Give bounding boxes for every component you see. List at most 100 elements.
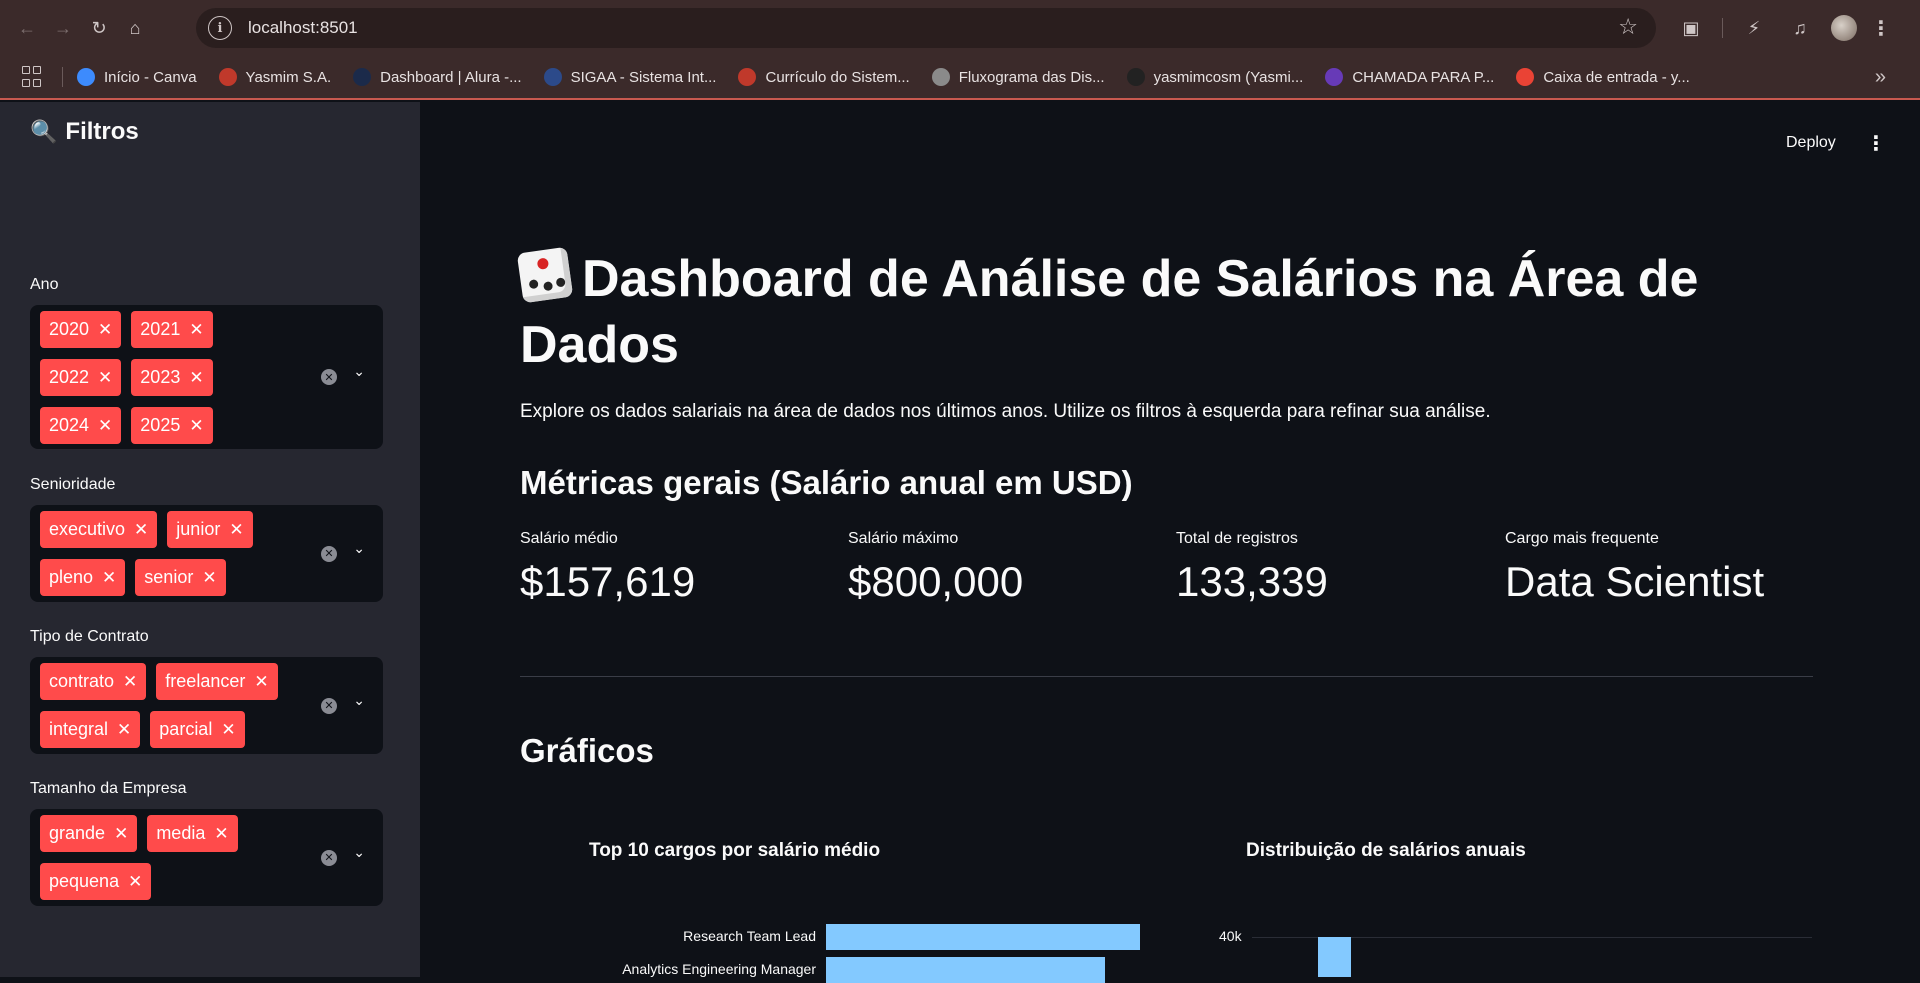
filter-chip[interactable]: grande ✕ [40,815,138,852]
bookmark-star-icon[interactable]: ☆ [1618,14,1638,40]
chip-list: contrato ✕ freelancer ✕ integral ✕ parcial ✕ [40,663,290,748]
apps-grid-icon[interactable] [22,66,44,88]
url-text[interactable]: localhost:8501 [248,18,358,38]
sigaa-icon [543,68,562,86]
chevron-down-icon[interactable]: ⌄ [353,844,365,861]
address-bar[interactable]: i localhost:8501 ☆ [196,8,1656,48]
multiselect-senioridade[interactable]: executivo ✕ junior ✕ pleno ✕ senior ✕ ✕ ⌄ [30,505,383,602]
bookmark-item[interactable]: Yasmim S.A. [218,68,331,86]
filter-chip[interactable]: 2025 ✕ [131,407,213,444]
clear-all-icon[interactable]: ✕ [321,849,337,866]
browser-toolbar: ← → ↻ ⌂ i localhost:8501 ☆ ▣ ⚡ ♫ ⋮ [0,0,1920,56]
multiselect-tamanho-da-empresa[interactable]: grande ✕ media ✕ pequena ✕ ✕ ⌄ [30,809,383,906]
app-menu-icon[interactable]: ⋮ [1866,131,1886,156]
extensions-icon[interactable]: ▣ [1676,13,1706,43]
filter-chip[interactable]: executivo ✕ [40,511,158,548]
filter-chip[interactable]: pleno ✕ [40,559,126,596]
remove-chip-icon[interactable]: ✕ [98,368,112,388]
filter-chip[interactable]: integral ✕ [40,711,141,748]
chip-label: 2020 [49,319,90,339]
remove-chip-icon[interactable]: ✕ [189,320,203,340]
chart-title-distribuicao: Distribuição de salários anuais [1246,840,1526,861]
remove-chip-icon[interactable]: ✕ [254,672,268,692]
remove-chip-icon[interactable]: ✕ [128,872,142,892]
remove-chip-icon[interactable]: ✕ [189,416,203,436]
more-bookmarks-icon[interactable]: » [1875,66,1886,89]
bookmark-item[interactable]: yasmimcosm (Yasmi... [1126,68,1304,86]
clear-all-icon[interactable]: ✕ [321,697,337,714]
profile-avatar[interactable] [1831,15,1857,41]
filter-chip[interactable]: 2020 ✕ [40,311,122,348]
remove-chip-icon[interactable]: ✕ [117,720,131,740]
remove-chip-icon[interactable]: ✕ [114,824,128,844]
multiselect-ano[interactable]: 2020 ✕ 2021 ✕ 2022 ✕ 2023 ✕ 2024 ✕ 2025 ✕ ✕ ⌄ [30,305,383,449]
bookmarks-divider [62,67,63,87]
chip-label: pleno [49,567,94,587]
filter-chip[interactable]: parcial ✕ [150,711,245,748]
clear-all-icon[interactable]: ✕ [321,369,337,385]
remove-chip-icon[interactable]: ✕ [214,824,228,844]
site-info-icon[interactable]: i [208,16,232,40]
bookmark-item[interactable]: Dashboard | Alura -... [353,68,522,86]
remove-chip-icon[interactable]: ✕ [202,568,216,588]
back-arrow-icon[interactable]: ← [12,13,42,43]
filter-chip[interactable]: junior ✕ [167,511,253,548]
deploy-button[interactable]: Deploy [1786,134,1836,152]
forms-icon [1325,68,1344,86]
chevron-down-icon[interactable]: ⌄ [353,363,365,380]
globe-icon [931,68,950,86]
remove-chip-icon[interactable]: ✕ [189,368,203,388]
bookmark-item[interactable]: CHAMADA PARA P... [1325,68,1494,86]
chevron-down-icon[interactable]: ⌄ [353,540,365,557]
remove-chip-icon[interactable]: ✕ [229,520,243,540]
remove-chip-icon[interactable]: ✕ [98,320,112,340]
remove-chip-icon[interactable]: ✕ [221,720,235,740]
bookmark-item[interactable]: Fluxograma das Dis... [931,68,1105,86]
multiselect-tipo-de-contrato[interactable]: contrato ✕ freelancer ✕ integral ✕ parcial ✕ ✕ ⌄ [30,657,383,754]
performance-icon[interactable]: ⚡ [1739,13,1769,43]
chevron-down-icon[interactable]: ⌄ [353,692,365,709]
filter-chip[interactable]: 2023 ✕ [131,359,213,396]
lattes-icon [738,68,757,86]
metric-value: $157,619 [520,558,696,605]
filter-chip[interactable]: 2024 ✕ [40,407,122,444]
bookmark-label: Fluxograma das Dis... [958,68,1105,86]
bookmark-item[interactable]: Caixa de entrada - y... [1516,68,1690,86]
filter-chip[interactable]: media ✕ [147,815,238,852]
charts-heading: Gráficos [520,732,654,769]
browser-menu-icon[interactable]: ⋮ [1871,16,1891,41]
bookmark-label: yasmimcosm (Yasmi... [1153,68,1304,86]
filter-chip[interactable]: contrato ✕ [40,663,147,700]
chip-label: grande [49,823,106,843]
filter-chip[interactable]: 2021 ✕ [131,311,213,348]
remove-chip-icon[interactable]: ✕ [98,416,112,436]
filter-chip[interactable]: senior ✕ [135,559,226,596]
metric-card: Salário médio $157,619 [520,530,695,606]
chip-label: junior [176,519,221,539]
home-icon[interactable]: ⌂ [120,13,150,43]
bookmark-item[interactable]: SIGAA - Sistema Int... [543,68,717,86]
filter-chip[interactable]: 2022 ✕ [40,359,122,396]
bookmark-item[interactable]: Currículo do Sistem... [738,68,910,86]
bookmark-item[interactable]: Início - Canva [77,68,197,86]
bookmark-label: Currículo do Sistem... [765,68,910,86]
bar-category-label: Research Team Lead [683,928,816,944]
chip-label: contrato [49,671,115,691]
media-controls-icon[interactable]: ♫ [1785,13,1815,43]
remove-chip-icon[interactable]: ✕ [123,672,137,692]
remove-chip-icon[interactable]: ✕ [134,520,148,540]
bookmark-label: SIGAA - Sistema Int... [570,68,717,86]
chip-list: executivo ✕ junior ✕ pleno ✕ senior ✕ [40,511,290,596]
clear-all-icon[interactable]: ✕ [321,545,337,562]
intro-text: Explore os dados salariais na área de da… [520,401,1491,422]
filter-chip[interactable]: freelancer ✕ [156,663,278,700]
forward-arrow-icon[interactable]: → [48,13,78,43]
bookmark-label: CHAMADA PARA P... [1352,68,1495,86]
y-tick-label: 40k [1219,928,1242,944]
bar-category-label: Analytics Engineering Manager [622,961,816,977]
filter-chip[interactable]: pequena ✕ [40,863,152,900]
chip-label: media [156,823,206,843]
remove-chip-icon[interactable]: ✕ [102,568,116,588]
bookmark-label: Caixa de entrada - y... [1543,68,1690,86]
reload-icon[interactable]: ↻ [84,13,114,43]
